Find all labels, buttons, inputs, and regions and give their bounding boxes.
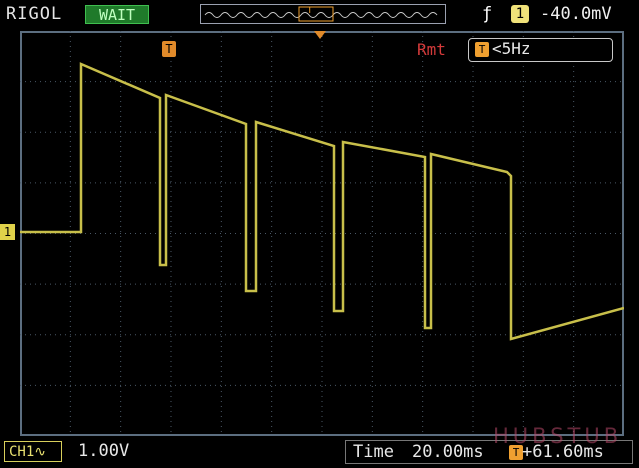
trigger-position-arrow-icon: [314, 31, 326, 39]
rising-edge-icon: ƒ: [482, 4, 493, 24]
frequency-box: [468, 38, 613, 62]
svg-text:T: T: [307, 6, 313, 16]
watermark-logo: HUBSTUB: [493, 424, 623, 448]
ch1-offset-marker: 1: [0, 224, 15, 240]
trigger-marker-icon: T: [162, 41, 176, 57]
memory-overview-bar: T: [200, 4, 446, 24]
brand-label: RIGOL: [6, 4, 63, 24]
trigger-source-badge: 1: [511, 5, 529, 23]
waveform-display: [20, 31, 624, 436]
frequency-readout: <5Hz: [492, 39, 531, 58]
memory-waveform-icon: T: [204, 6, 438, 22]
volts-per-div: 1.00V: [78, 441, 130, 461]
remote-label: Rmt: [417, 40, 446, 59]
time-label: Time: [353, 442, 394, 462]
trigger-level: -40.0mV: [540, 4, 612, 24]
channel-indicator[interactable]: CH1∿: [4, 441, 62, 462]
coupling-icon: ∿: [34, 444, 47, 460]
trigger-icon: T: [475, 42, 489, 57]
status-badge: WAIT: [85, 5, 149, 24]
channel-label: CH1: [9, 444, 35, 460]
time-per-div: 20.00ms: [412, 442, 484, 462]
grid-lines: [20, 31, 624, 436]
